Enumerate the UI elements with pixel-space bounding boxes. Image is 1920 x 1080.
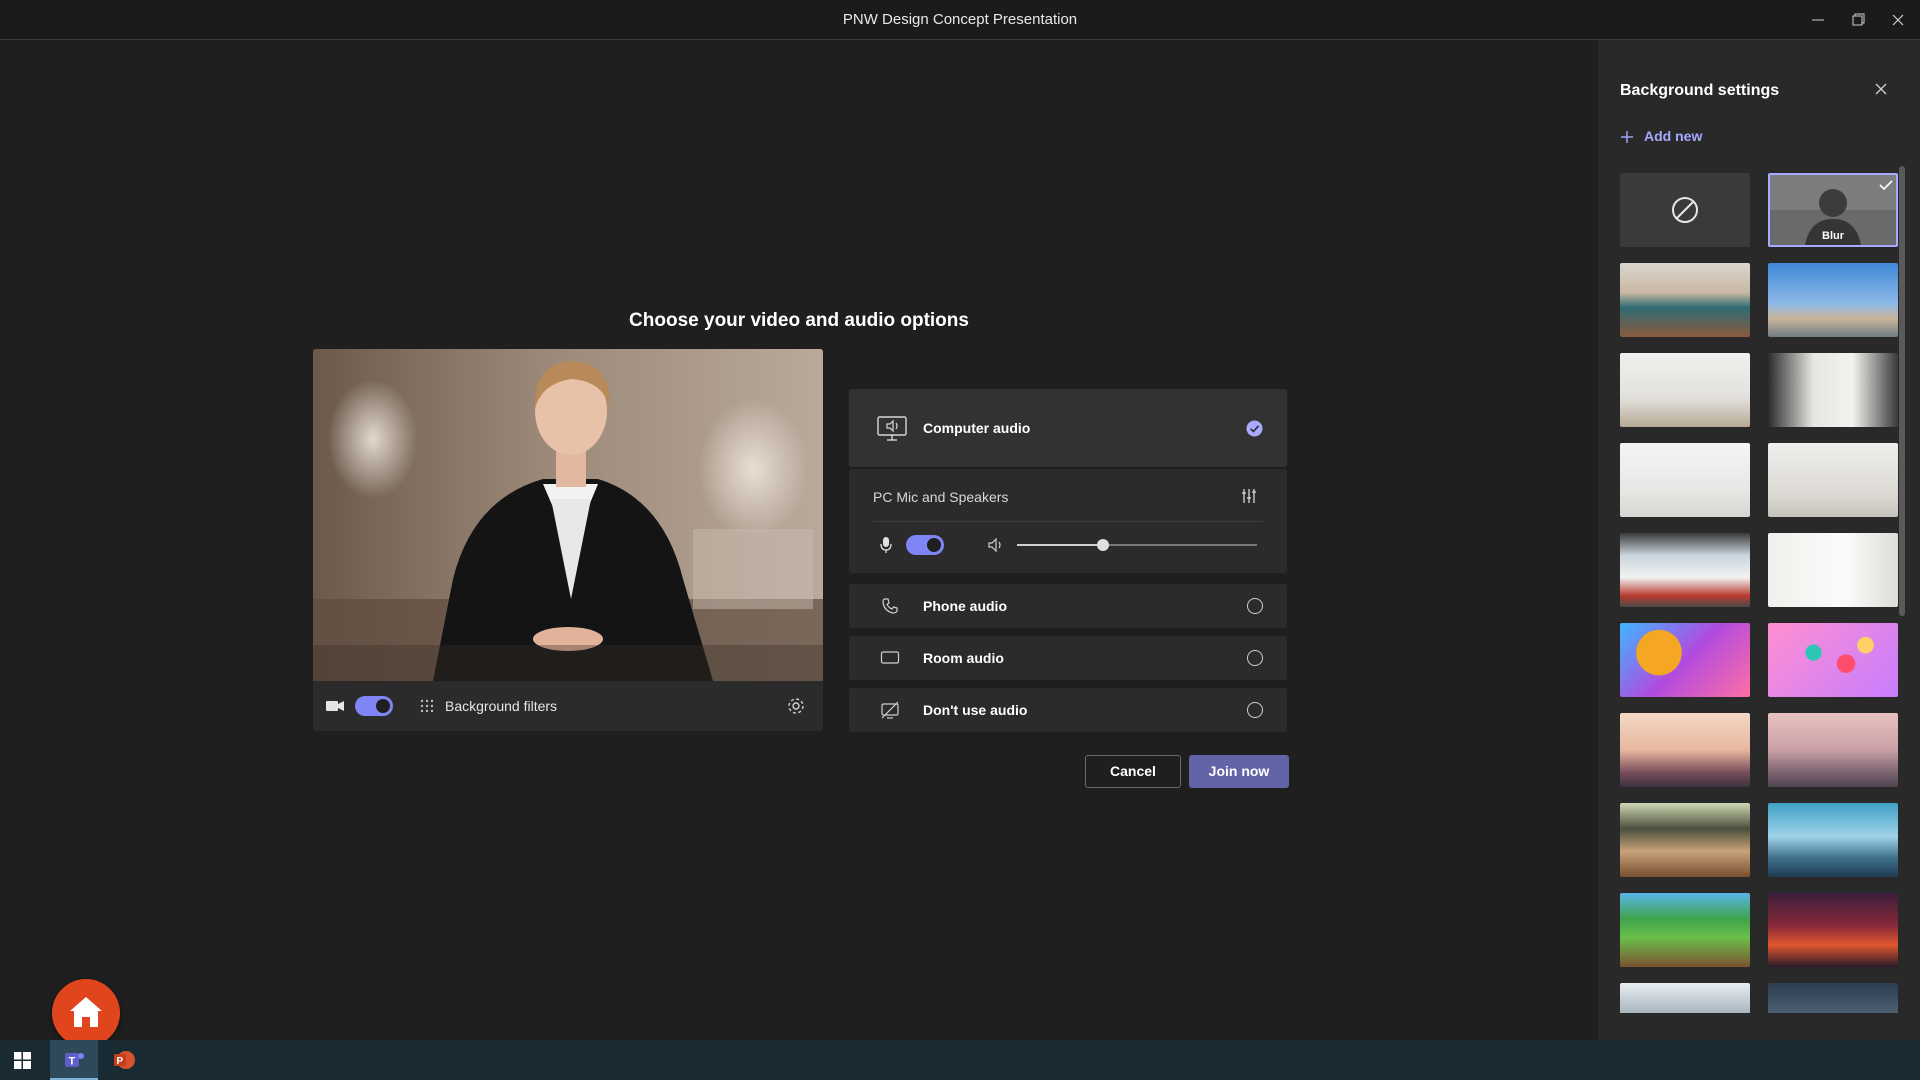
no-background-icon bbox=[1672, 197, 1698, 223]
teams-icon: T bbox=[65, 1053, 84, 1068]
close-window-button[interactable] bbox=[1878, 0, 1918, 40]
phone-audio-label: Phone audio bbox=[923, 598, 1007, 614]
thumbnails-scrollbar[interactable] bbox=[1899, 166, 1905, 616]
taskbar-powerpoint-app[interactable]: P bbox=[102, 1040, 146, 1080]
svg-text:T: T bbox=[69, 1056, 76, 1068]
page-title: Choose your video and audio options bbox=[629, 310, 969, 331]
device-settings-sliders-icon[interactable] bbox=[1241, 488, 1257, 504]
join-now-button[interactable]: Join now bbox=[1189, 755, 1289, 788]
background-filters-icon bbox=[420, 699, 434, 713]
background-settings-title: Background settings bbox=[1620, 82, 1780, 99]
speaker-volume-slider[interactable] bbox=[1017, 539, 1257, 551]
background-minecraft-nether-thumb[interactable] bbox=[1768, 893, 1898, 967]
background-mountain-thumb[interactable] bbox=[1620, 983, 1750, 1013]
no-audio-radio[interactable] bbox=[1247, 702, 1263, 718]
camera-preview-image bbox=[313, 349, 823, 681]
room-device-icon bbox=[880, 651, 900, 664]
taskbar: T P bbox=[0, 1040, 1920, 1080]
blur-label: Blur bbox=[1822, 230, 1844, 242]
microphone-icon bbox=[880, 537, 892, 553]
speaker-volume-thumb[interactable] bbox=[1097, 539, 1110, 551]
camera-icon bbox=[326, 701, 344, 711]
no-audio-icon bbox=[881, 701, 899, 719]
no-audio-label: Don't use audio bbox=[923, 702, 1028, 718]
background-dark-arch-thumb[interactable] bbox=[1768, 983, 1898, 1013]
microphone-toggle[interactable] bbox=[906, 535, 944, 555]
phone-audio-option[interactable]: Phone audio bbox=[849, 584, 1287, 628]
checkmark-circle-icon bbox=[1246, 420, 1263, 437]
background-rock-arch-thumb[interactable] bbox=[1768, 713, 1898, 787]
background-settings-panel: Background settings Add new Blur bbox=[1598, 40, 1920, 1040]
background-minecraft-village-thumb[interactable] bbox=[1620, 893, 1750, 967]
cancel-button[interactable]: Cancel bbox=[1085, 755, 1181, 788]
minimize-icon bbox=[1812, 19, 1824, 21]
device-settings-icon[interactable] bbox=[787, 697, 805, 715]
background-bridge-thumb[interactable] bbox=[1620, 713, 1750, 787]
room-audio-option[interactable]: Room audio bbox=[849, 636, 1287, 680]
add-new-button[interactable]: Add new bbox=[1644, 128, 1702, 144]
computer-audio-icon bbox=[877, 416, 907, 441]
video-controls: Background filters bbox=[313, 681, 823, 731]
background-bright-room-thumb[interactable] bbox=[1620, 443, 1750, 517]
close-icon bbox=[1892, 14, 1904, 26]
title-bar: PNW Design Concept Presentation bbox=[0, 0, 1920, 40]
background-outdoor-thumb[interactable] bbox=[1768, 263, 1898, 337]
window-title: PNW Design Concept Presentation bbox=[842, 11, 1078, 28]
room-audio-label: Room audio bbox=[923, 650, 1004, 666]
background-white-room-thumb[interactable] bbox=[1620, 353, 1750, 427]
background-white-wall-thumb[interactable] bbox=[1768, 533, 1898, 607]
background-thumbnails: Blur bbox=[1620, 173, 1912, 1013]
background-classroom-thumb[interactable] bbox=[1620, 803, 1750, 877]
camera-toggle[interactable] bbox=[355, 696, 393, 716]
no-background-option[interactable] bbox=[1620, 173, 1750, 247]
taskbar-teams-app[interactable]: T bbox=[50, 1040, 98, 1080]
restore-icon bbox=[1852, 13, 1865, 26]
phone-audio-radio[interactable] bbox=[1247, 598, 1263, 614]
no-audio-option[interactable]: Don't use audio bbox=[849, 688, 1287, 732]
pc-mic-speakers-panel: PC Mic and Speakers bbox=[849, 469, 1287, 573]
windows-start-icon[interactable] bbox=[14, 1052, 31, 1069]
selected-check-icon bbox=[1879, 180, 1893, 191]
restore-button[interactable] bbox=[1838, 0, 1878, 40]
camera-preview bbox=[313, 349, 823, 681]
home-button[interactable] bbox=[52, 979, 120, 1047]
background-doorway-thumb[interactable] bbox=[1768, 353, 1898, 427]
background-loft-thumb[interactable] bbox=[1620, 533, 1750, 607]
powerpoint-icon: P bbox=[114, 1051, 135, 1069]
background-minimal-room-thumb[interactable] bbox=[1768, 443, 1898, 517]
video-preview-panel: Background filters bbox=[313, 349, 823, 731]
blur-option[interactable]: Blur bbox=[1768, 173, 1898, 247]
room-audio-radio[interactable] bbox=[1247, 650, 1263, 666]
home-icon bbox=[70, 997, 102, 1027]
speaker-volume-fill bbox=[1017, 544, 1104, 546]
divider bbox=[873, 521, 1263, 522]
background-filters-button[interactable]: Background filters bbox=[445, 681, 557, 731]
computer-audio-option[interactable]: Computer audio bbox=[849, 389, 1287, 467]
pc-mic-speakers-label: PC Mic and Speakers bbox=[873, 489, 1009, 505]
background-scifi-thumb[interactable] bbox=[1768, 803, 1898, 877]
svg-text:P: P bbox=[117, 1056, 124, 1067]
phone-icon bbox=[882, 598, 898, 614]
background-bubbles-thumb[interactable] bbox=[1768, 623, 1898, 697]
computer-audio-label: Computer audio bbox=[923, 420, 1031, 436]
background-orange-sphere-thumb[interactable] bbox=[1620, 623, 1750, 697]
background-office-thumb[interactable] bbox=[1620, 263, 1750, 337]
minimize-button[interactable] bbox=[1798, 0, 1838, 40]
close-panel-icon[interactable] bbox=[1874, 82, 1888, 96]
speaker-icon bbox=[988, 538, 1001, 552]
add-icon bbox=[1621, 131, 1633, 143]
